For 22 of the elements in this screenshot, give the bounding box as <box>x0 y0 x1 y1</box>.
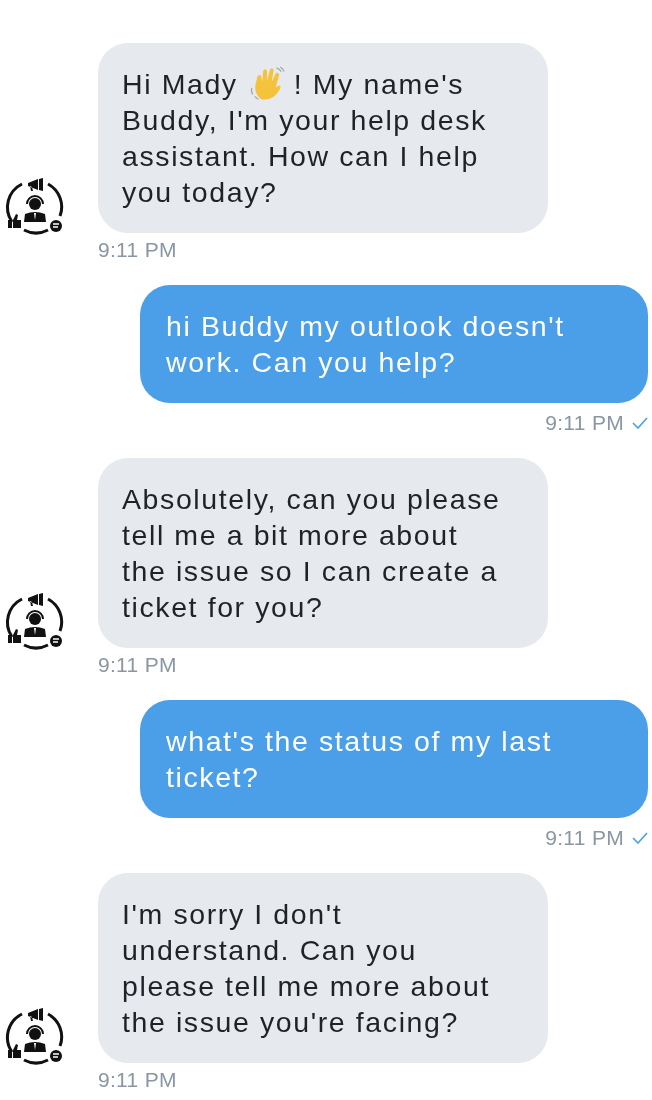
timestamp: 9:11 PM <box>545 411 624 435</box>
timestamp: 9:11 PM <box>545 826 624 850</box>
message-text: please tell me more about <box>122 969 490 1004</box>
message-text: Hi Mady <box>122 67 238 102</box>
message-text: ticket for you? <box>122 590 324 625</box>
message-text: ticket? <box>166 760 260 795</box>
message-text: I'm sorry I don't <box>122 897 343 932</box>
message-text: assistant. How can I help <box>122 139 479 174</box>
message-text: understand. Can you <box>122 933 417 968</box>
message-text: the issue you're facing? <box>122 1005 459 1040</box>
message-text: ! My name's <box>293 67 465 102</box>
message-text: work. Can you help? <box>166 345 457 380</box>
message-text: what's the status of my last <box>166 724 553 759</box>
message-text: the issue so I can create a <box>122 554 498 589</box>
message-text: Buddy, I'm your help desk <box>122 103 487 138</box>
message-text: tell me a bit more about <box>122 518 459 553</box>
timestamp: 9:11 PM <box>98 653 177 677</box>
message-text: you today? <box>122 175 278 210</box>
timestamp: 9:11 PM <box>98 238 177 262</box>
message-text: hi Buddy my outlook doesn't <box>166 309 565 344</box>
message-text: Absolutely, can you please <box>122 482 501 517</box>
timestamp: 9:11 PM <box>98 1068 177 1092</box>
